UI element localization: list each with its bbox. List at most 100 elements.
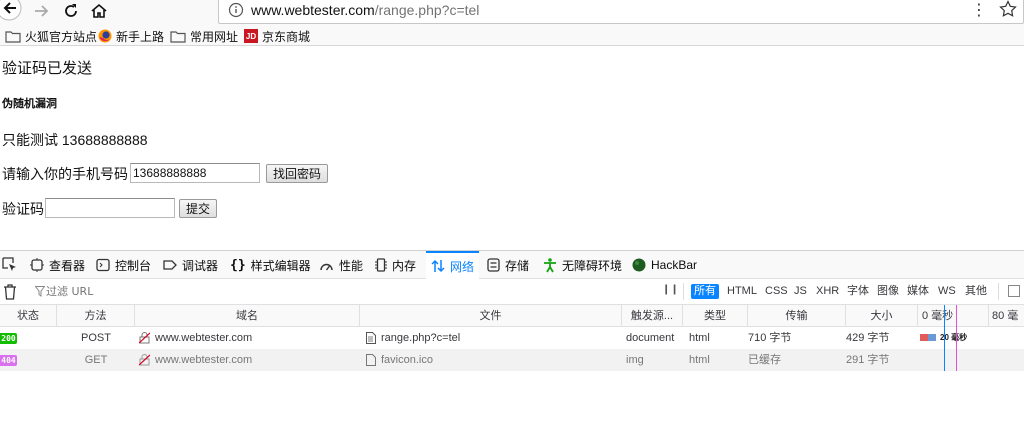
reload-button[interactable] <box>60 0 82 22</box>
request-transferred: 710 字节 <box>748 332 792 344</box>
tab-console[interactable]: 控制台 <box>96 251 151 279</box>
request-method: POST <box>81 332 111 344</box>
find-password-button[interactable]: 找回密码 <box>266 164 329 183</box>
tab-style-editor[interactable]: {} 样式编辑器 <box>230 251 311 279</box>
filter-all[interactable]: 所有 <box>691 284 719 299</box>
request-method: GET <box>84 354 108 366</box>
bookmark-item[interactable]: 火狐官方站点 <box>5 27 97 45</box>
divider <box>683 283 684 300</box>
col-transferred[interactable]: 传输 <box>748 305 846 327</box>
bookmark-label: 常用网址 <box>190 29 239 44</box>
col-timeline-tick: 0 毫秒 <box>922 310 954 322</box>
tab-debugger[interactable]: 调试器 <box>163 251 218 279</box>
request-row[interactable]: 404 GET www.webtester.com favicon.ico im… <box>0 349 1024 371</box>
tab-inspector[interactable]: 查看器 <box>30 251 85 279</box>
phone-label: 请输入你的手机号码 <box>2 166 128 182</box>
bookmark-item[interactable]: JD 京东商城 <box>244 27 310 45</box>
style-editor-icon: {} <box>230 257 246 273</box>
insecure-lock-icon <box>139 354 150 366</box>
filter-images[interactable]: 图像 <box>874 284 902 299</box>
tab-memory[interactable]: 内存 <box>375 251 416 279</box>
tab-label: 存储 <box>505 258 530 273</box>
performance-icon <box>319 258 334 272</box>
filter-icon <box>35 286 45 297</box>
col-size[interactable]: 大小 <box>846 305 918 327</box>
home-icon <box>90 2 108 20</box>
tab-label: 控制台 <box>115 258 152 273</box>
tab-network[interactable]: 网络 <box>426 251 480 279</box>
request-domain: www.webtester.com <box>155 332 253 344</box>
tab-storage[interactable]: 存储 <box>487 251 529 279</box>
filter-media[interactable]: 媒体 <box>904 284 932 299</box>
code-sent-message: 验证码已发送 <box>2 60 93 77</box>
trash-icon[interactable] <box>3 284 17 300</box>
tab-label: 无障碍环境 <box>562 258 623 273</box>
tab-performance[interactable]: 性能 <box>319 251 363 279</box>
filter-css[interactable]: CSS <box>762 284 791 299</box>
tab-label: 查看器 <box>49 258 86 273</box>
devtools-tabbar: 查看器 控制台 调试器 {} 样式编辑器 性能 内存 网络 存储 无障碍环境 H… <box>0 251 1024 279</box>
col-cause[interactable]: 触发源... <box>622 305 683 327</box>
network-icon <box>431 259 445 273</box>
load-marker <box>956 305 957 371</box>
tab-label: HackBar <box>651 258 698 272</box>
page-actions-menu-icon[interactable]: ⋮ <box>971 0 987 20</box>
filter-xhr[interactable]: XHR <box>813 284 842 299</box>
url-path: /range.php?c=tel <box>374 2 480 18</box>
request-cause: document <box>626 332 675 344</box>
tab-accessibility[interactable]: 无障碍环境 <box>543 251 622 279</box>
phone-input[interactable] <box>130 163 260 183</box>
tab-label: 内存 <box>392 258 417 273</box>
info-icon[interactable] <box>228 2 244 18</box>
filter-fonts[interactable]: 字体 <box>844 284 872 299</box>
pause-icon[interactable]: ❙❙ <box>662 284 679 295</box>
forward-button[interactable] <box>30 0 52 22</box>
request-type: html <box>689 354 710 366</box>
hackbar-icon <box>632 258 646 272</box>
home-button[interactable] <box>88 0 110 22</box>
request-size: 429 字节 <box>846 332 890 344</box>
col-file[interactable]: 文件 <box>360 305 622 327</box>
bookmark-label: 京东商城 <box>262 29 311 44</box>
tab-hackbar[interactable]: HackBar <box>632 251 697 279</box>
timing-bar-wait <box>920 334 928 341</box>
firefox-icon <box>98 29 112 43</box>
filter-js[interactable]: JS <box>791 284 810 299</box>
filter-other[interactable]: 其他 <box>962 284 990 299</box>
bookmark-star-icon[interactable] <box>999 0 1017 18</box>
bookmark-item[interactable]: 常用网址 <box>170 27 238 45</box>
document-icon <box>366 332 376 344</box>
url-text: www.webtester.com/range.php?c=tel <box>251 2 479 18</box>
jd-icon: JD <box>244 29 258 43</box>
filter-ws[interactable]: WS <box>935 284 959 299</box>
request-row[interactable]: 200 POST www.webtester.com range.php?c=t… <box>0 327 1024 349</box>
back-button[interactable] <box>0 0 26 21</box>
url-bar[interactable]: www.webtester.com/range.php?c=tel ⋮ <box>218 0 1024 24</box>
col-type[interactable]: 类型 <box>683 305 748 327</box>
element-picker-icon[interactable] <box>2 257 18 273</box>
tab-label: 调试器 <box>182 258 219 273</box>
request-size: 291 字节 <box>846 354 890 366</box>
col-domain[interactable]: 域名 <box>135 305 360 327</box>
code-input[interactable] <box>45 198 175 218</box>
insecure-lock-icon <box>139 332 150 344</box>
debugger-icon <box>163 258 177 272</box>
inspector-icon <box>30 258 44 272</box>
request-domain: www.webtester.com <box>155 354 253 366</box>
request-transferred: 已缓存 <box>748 354 781 366</box>
col-method[interactable]: 方法 <box>57 305 135 327</box>
bookmarks-toolbar: 火狐官方站点 新手上路 常用网址 JD 京东商城 <box>0 26 1024 46</box>
forward-arrow-icon <box>32 2 50 20</box>
accessibility-icon <box>543 257 557 273</box>
filter-html[interactable]: HTML <box>724 284 760 299</box>
reload-icon <box>62 2 80 20</box>
filter-url-input[interactable] <box>46 283 346 300</box>
persist-logs-checkbox[interactable] <box>1008 285 1020 297</box>
status-badge: 404 <box>0 355 17 366</box>
storage-icon <box>487 258 500 272</box>
col-status[interactable]: 状态 <box>0 305 57 327</box>
network-filter-bar: ❙❙ 所有 HTML CSS JS XHR 字体 图像 媒体 WS 其他 <box>0 279 1024 305</box>
request-file: range.php?c=tel <box>381 332 461 344</box>
bookmark-item[interactable]: 新手上路 <box>98 27 164 45</box>
submit-button[interactable]: 提交 <box>179 199 218 218</box>
